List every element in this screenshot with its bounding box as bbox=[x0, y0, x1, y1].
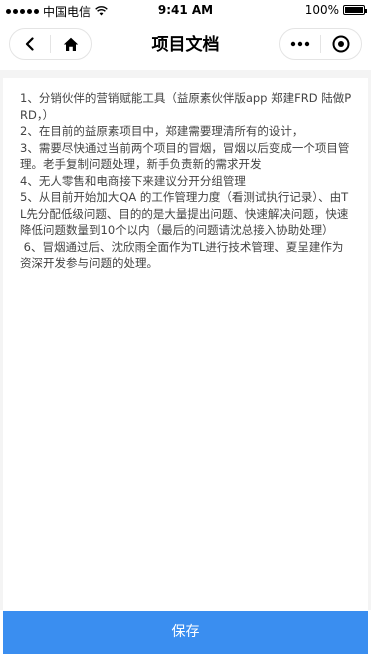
home-button[interactable] bbox=[51, 29, 91, 59]
close-miniprogram-button[interactable] bbox=[321, 29, 361, 59]
status-bar: 中国电信 9:41 AM 100% bbox=[0, 0, 371, 20]
navigation-bar: 项目文档 bbox=[0, 20, 371, 70]
more-button[interactable] bbox=[280, 29, 320, 59]
content-area: 1、分销伙伴的营销赋能工具（益原素伙伴版app 郑建FRD 陆做PRD，） 2、… bbox=[0, 70, 371, 610]
status-right: 100% bbox=[304, 3, 367, 17]
save-button[interactable]: 保存 bbox=[3, 611, 368, 654]
back-button[interactable] bbox=[10, 29, 50, 59]
home-icon bbox=[63, 37, 79, 51]
target-circle-icon bbox=[332, 35, 350, 53]
more-dots-icon bbox=[290, 41, 310, 47]
document-paragraph: 5、从目前开始加大QA 的工作管理力度（看测试执行记录）、由TL先分配低级问题、… bbox=[20, 190, 349, 237]
battery-icon bbox=[343, 5, 367, 15]
chevron-left-icon bbox=[25, 37, 34, 51]
document-paragraph: 1、分销伙伴的营销赋能工具（益原素伙伴版app 郑建FRD 陆做PRD，） bbox=[20, 91, 352, 122]
document-paragraph: 3、需要尽快通过当前两个项目的冒烟，冒烟以后变成一个项目管理。老手复制问题处理，… bbox=[20, 140, 350, 172]
document-paragraph: 4、无人零售和电商接下来建议分开分组管理 bbox=[20, 173, 246, 188]
document-paragraph: 6、冒烟通过后、沈欣雨全面作为TL进行技术管理、夏呈建作为资深开发参与问题的处理… bbox=[20, 239, 344, 271]
nav-right-capsule bbox=[279, 28, 362, 60]
document-paragraph: 2、在目前的益原素项目中，郑建需要理清所有的设计， bbox=[20, 124, 304, 138]
document-text-area[interactable]: 1、分销伙伴的营销赋能工具（益原素伙伴版app 郑建FRD 陆做PRD，） 2、… bbox=[3, 78, 368, 610]
battery-percent: 100% bbox=[304, 3, 339, 17]
nav-left-capsule bbox=[9, 28, 92, 60]
